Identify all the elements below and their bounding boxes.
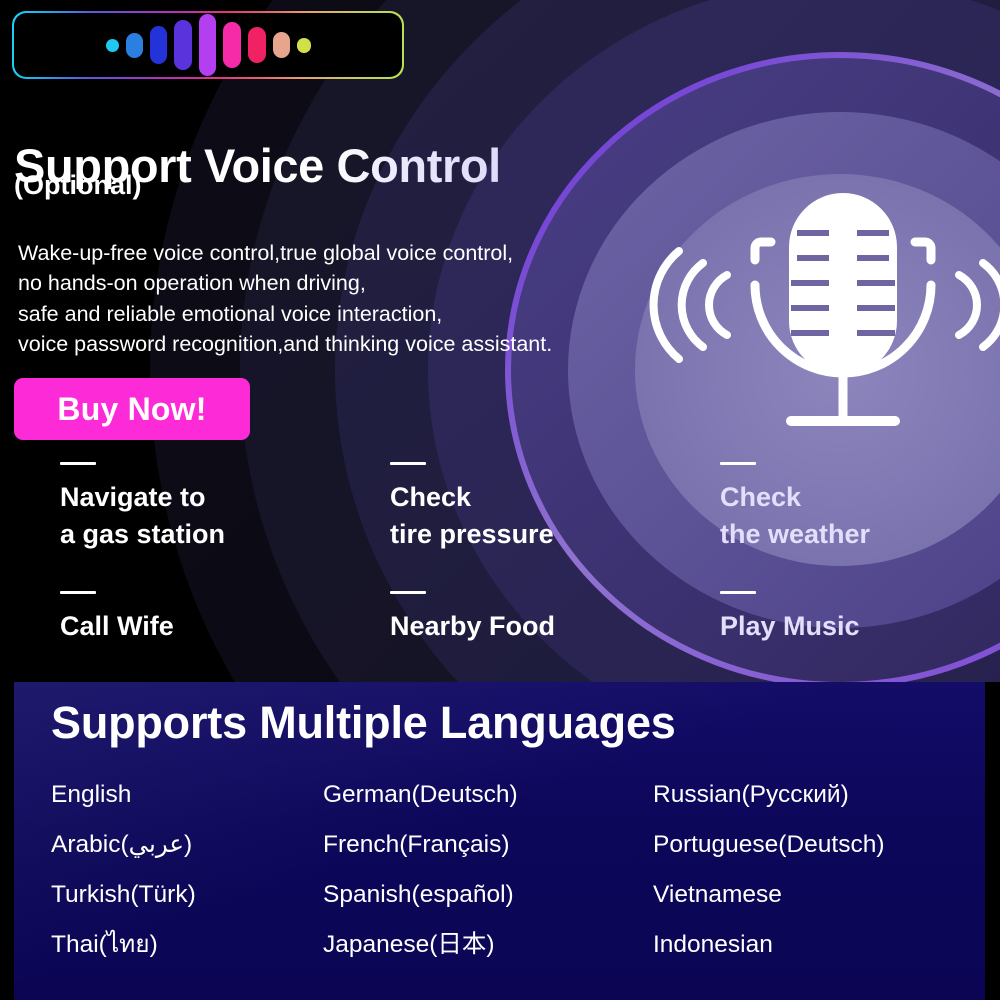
language-item: Turkish(Türk)	[51, 881, 196, 909]
voice-control-promo-page: Support Voice Control (Optional) Wake-up…	[0, 0, 1000, 1000]
waveform-bar-1	[105, 38, 119, 52]
command-label: Call Wife	[60, 611, 174, 641]
language-item: Spanish(español)	[323, 881, 514, 909]
dash-icon	[720, 462, 756, 465]
command-label: Play Music	[720, 611, 860, 641]
command-label: tire pressure	[390, 519, 554, 549]
command-item-tire-pressure[interactable]: Check tire pressure	[330, 462, 660, 553]
command-label: Check	[720, 482, 802, 512]
command-row: Navigate to a gas station Check tire pre…	[0, 462, 1000, 553]
row-spacer	[0, 553, 1000, 591]
waveform-bar-5	[198, 14, 216, 76]
command-item-weather[interactable]: Check the weather	[660, 462, 1000, 553]
waveform-bar-3	[149, 26, 167, 64]
voice-waveform-icon	[13, 12, 403, 78]
supported-languages-panel: Supports Multiple Languages English Germ…	[14, 682, 985, 1000]
dash-icon	[60, 591, 96, 594]
dash-icon	[390, 591, 426, 594]
language-item: Indonesian	[653, 931, 773, 959]
command-item-navigate[interactable]: Navigate to a gas station	[0, 462, 330, 553]
language-item: Japanese(日本)	[323, 931, 495, 959]
description-line: Wake-up-free voice control,true global v…	[18, 241, 514, 265]
waveform-bar-7	[247, 27, 266, 63]
command-item-nearby-food[interactable]: Nearby Food	[330, 591, 660, 645]
command-item-play-music[interactable]: Play Music	[660, 591, 1000, 645]
language-item: Thai(ไทย)	[51, 931, 158, 959]
dash-icon	[390, 462, 426, 465]
language-item: Russian(Русский)	[653, 781, 849, 809]
command-label: Navigate to	[60, 482, 206, 512]
command-label: a gas station	[60, 519, 226, 549]
language-item: Arabic(عربي)	[51, 831, 193, 859]
waveform-bar-9	[296, 37, 311, 53]
languages-grid: English German(Deutsch) Russian(Русский)…	[51, 770, 971, 970]
languages-heading: Supports Multiple Languages	[51, 697, 676, 748]
description-line: no hands-on operation when driving,	[18, 271, 366, 296]
command-label: Check	[390, 482, 472, 512]
language-item: German(Deutsch)	[323, 781, 518, 809]
buy-now-button[interactable]: Buy Now!	[14, 378, 250, 440]
language-item: Vietnamese	[653, 881, 782, 909]
dash-icon	[720, 591, 756, 594]
waveform-bar-2	[125, 32, 143, 58]
command-label: Nearby Food	[390, 611, 556, 641]
command-row: Call Wife Nearby Food Play Music	[0, 591, 1000, 645]
waveform-bar-8	[272, 32, 290, 58]
language-item: French(Français)	[323, 831, 510, 859]
page-subtitle: (Optional)	[14, 170, 142, 200]
description-line: safe and reliable emotional voice intera…	[18, 301, 443, 326]
command-label: the weather	[720, 519, 871, 549]
waveform-bar-6	[222, 22, 241, 68]
voice-waveform-banner	[12, 11, 404, 79]
language-item: Portuguese(Deutsch)	[653, 831, 885, 859]
waveform-bar-4	[173, 20, 192, 70]
dash-icon	[60, 462, 96, 465]
voice-command-list: Navigate to a gas station Check tire pre…	[0, 462, 1000, 645]
description-paragraph: Wake-up-free voice control,true global v…	[18, 238, 718, 360]
description-line: voice password recognition,and thinking …	[18, 332, 553, 357]
language-item: English	[51, 781, 132, 809]
command-item-call-wife[interactable]: Call Wife	[0, 591, 330, 645]
